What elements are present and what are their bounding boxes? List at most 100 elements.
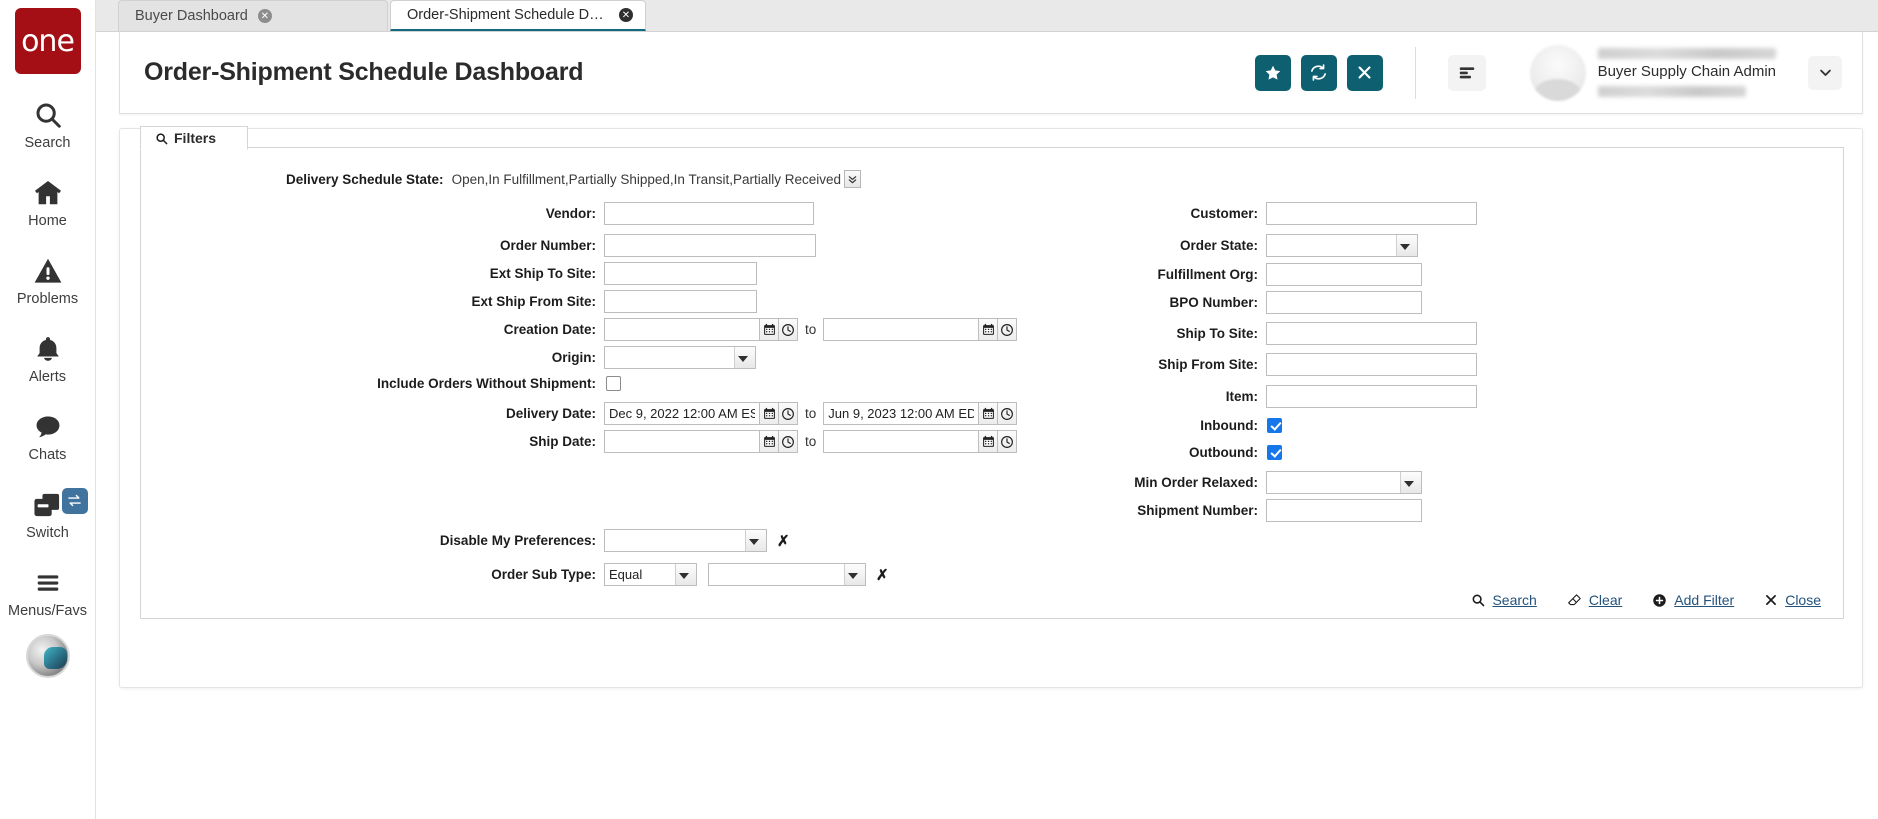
user-avatar-icon[interactable] bbox=[26, 634, 70, 678]
clock-icon[interactable] bbox=[779, 318, 798, 341]
remove-disable-my-preferences-filter-button[interactable]: ✗ bbox=[777, 532, 790, 550]
search-link[interactable]: Search bbox=[1471, 592, 1536, 608]
field-label: Delivery Schedule State: bbox=[141, 172, 444, 187]
shipment-number-input[interactable] bbox=[1266, 499, 1422, 522]
order-sub-type-value-select[interactable] bbox=[708, 563, 866, 586]
close-link[interactable]: Close bbox=[1764, 592, 1821, 608]
close-button[interactable] bbox=[1347, 55, 1383, 91]
windows-stack-icon bbox=[32, 486, 64, 524]
calendar-icon[interactable] bbox=[760, 430, 779, 453]
link-label: Close bbox=[1785, 592, 1821, 608]
app-logo-text: one bbox=[21, 24, 74, 59]
delivery-date-from-input[interactable] bbox=[604, 402, 760, 425]
ext-ship-to-site-input[interactable] bbox=[604, 262, 757, 285]
swap-arrows-icon[interactable] bbox=[62, 488, 88, 514]
remove-order-sub-type-filter-button[interactable]: ✗ bbox=[876, 566, 889, 584]
field-item: Item: bbox=[901, 385, 1477, 408]
favorite-button[interactable] bbox=[1255, 55, 1291, 91]
field-inbound: Inbound: bbox=[901, 418, 1282, 433]
field-order-sub-type: Order Sub Type: Equal ✗ bbox=[141, 563, 889, 586]
close-circle-icon[interactable]: ✕ bbox=[258, 9, 272, 23]
creation-date-from-input[interactable] bbox=[604, 318, 760, 341]
clock-icon[interactable] bbox=[779, 402, 798, 425]
field-label: Order State: bbox=[901, 238, 1258, 253]
field-label: Include Orders Without Shipment: bbox=[141, 376, 596, 391]
sidebar-item-label: Home bbox=[28, 214, 67, 230]
customer-input[interactable] bbox=[1266, 202, 1477, 225]
field-delivery-schedule-state: Delivery Schedule State: Open,In Fulfill… bbox=[141, 170, 861, 188]
list-menu-icon bbox=[1457, 65, 1477, 81]
field-ship-to-site: Ship To Site: bbox=[901, 322, 1477, 345]
ship-to-site-input[interactable] bbox=[1266, 322, 1477, 345]
user-block[interactable]: Buyer Supply Chain Admin bbox=[1530, 45, 1776, 101]
field-label: Ship Date: bbox=[141, 434, 596, 449]
x-icon bbox=[1764, 593, 1778, 607]
field-label: Fulfillment Org: bbox=[901, 267, 1258, 282]
close-circle-icon[interactable]: ✕ bbox=[619, 8, 633, 22]
bpo-number-input[interactable] bbox=[1266, 291, 1422, 314]
calendar-icon[interactable] bbox=[760, 318, 779, 341]
filters-actions: Search Clear bbox=[1471, 592, 1821, 608]
search-icon bbox=[1471, 593, 1485, 607]
sidebar-item-chats[interactable]: Chats bbox=[0, 408, 96, 464]
x-icon bbox=[1356, 64, 1373, 81]
field-shipment-number: Shipment Number: bbox=[901, 499, 1422, 522]
sidebar-item-label: Menus/Favs bbox=[8, 604, 87, 620]
sidebar-item-switch[interactable]: Switch bbox=[0, 486, 96, 542]
delivery-schedule-state-value[interactable]: Open,In Fulfillment,Partially Shipped,In… bbox=[452, 172, 841, 187]
sidebar-item-label: Chats bbox=[29, 448, 67, 464]
ship-date-to-label: to bbox=[805, 434, 816, 449]
field-label: Ship From Site: bbox=[901, 357, 1258, 372]
order-sub-type-operator-select[interactable]: Equal bbox=[604, 563, 697, 586]
include-orders-without-shipment-checkbox[interactable] bbox=[606, 376, 621, 391]
sidebar-item-search[interactable]: Search bbox=[0, 96, 96, 152]
plus-circle-icon bbox=[1652, 593, 1667, 608]
vendor-input[interactable] bbox=[604, 202, 814, 225]
calendar-icon[interactable] bbox=[760, 402, 779, 425]
sidebar-item-home[interactable]: Home bbox=[0, 174, 96, 230]
header-actions: Buyer Supply Chain Admin bbox=[1255, 45, 1842, 101]
tab-buyer-dashboard[interactable]: Buyer Dashboard ✕ bbox=[118, 0, 388, 31]
double-chevron-down-icon[interactable] bbox=[844, 170, 861, 188]
sidebar-item-menus-favs[interactable]: Menus/Favs bbox=[0, 564, 96, 620]
order-state-select[interactable] bbox=[1266, 234, 1418, 257]
user-menu-button[interactable] bbox=[1808, 56, 1842, 90]
inbound-checkbox[interactable] bbox=[1267, 418, 1282, 433]
ship-date-from-input[interactable] bbox=[604, 430, 760, 453]
page-menu-button[interactable] bbox=[1448, 55, 1486, 91]
app-logo[interactable]: one bbox=[15, 8, 81, 74]
field-creation-date: Creation Date: bbox=[141, 318, 1017, 341]
field-label: BPO Number: bbox=[901, 295, 1258, 310]
ext-ship-from-site-input[interactable] bbox=[604, 290, 757, 313]
sidebar-item-label: Problems bbox=[17, 292, 78, 308]
sidebar-item-alerts[interactable]: Alerts bbox=[0, 330, 96, 386]
filters-panel-tab[interactable]: Filters bbox=[140, 126, 248, 150]
user-text: Buyer Supply Chain Admin bbox=[1598, 48, 1776, 97]
order-number-input[interactable] bbox=[604, 234, 816, 257]
refresh-button[interactable] bbox=[1301, 55, 1337, 91]
outbound-checkbox[interactable] bbox=[1267, 445, 1282, 460]
field-customer: Customer: bbox=[901, 202, 1477, 225]
search-icon bbox=[155, 132, 168, 145]
item-input[interactable] bbox=[1266, 385, 1477, 408]
link-label: Add Filter bbox=[1674, 592, 1734, 608]
filters-panel: Filters Delivery Schedule State: Open,In… bbox=[140, 147, 1844, 619]
clock-icon[interactable] bbox=[779, 430, 798, 453]
add-filter-link[interactable]: Add Filter bbox=[1652, 592, 1734, 608]
clear-link[interactable]: Clear bbox=[1567, 592, 1622, 608]
origin-select[interactable] bbox=[604, 346, 756, 369]
refresh-icon bbox=[1309, 63, 1328, 82]
sidebar-item-problems[interactable]: Problems bbox=[0, 252, 96, 308]
tab-order-shipment-schedule-dashboard[interactable]: Order-Shipment Schedule Dashb... ✕ bbox=[390, 0, 646, 31]
tab-label: Buyer Dashboard bbox=[135, 8, 248, 24]
min-order-relaxed-select[interactable] bbox=[1266, 471, 1422, 494]
field-label: Creation Date: bbox=[141, 322, 596, 337]
ship-from-site-input[interactable] bbox=[1266, 353, 1477, 376]
disable-my-preferences-select[interactable] bbox=[604, 529, 767, 552]
field-label: Order Sub Type: bbox=[141, 567, 596, 582]
fulfillment-org-input[interactable] bbox=[1266, 263, 1422, 286]
field-min-order-relaxed: Min Order Relaxed: bbox=[901, 471, 1422, 494]
field-ship-from-site: Ship From Site: bbox=[901, 353, 1477, 376]
page-title: Order-Shipment Schedule Dashboard bbox=[144, 58, 583, 87]
field-label: Outbound: bbox=[901, 445, 1258, 460]
